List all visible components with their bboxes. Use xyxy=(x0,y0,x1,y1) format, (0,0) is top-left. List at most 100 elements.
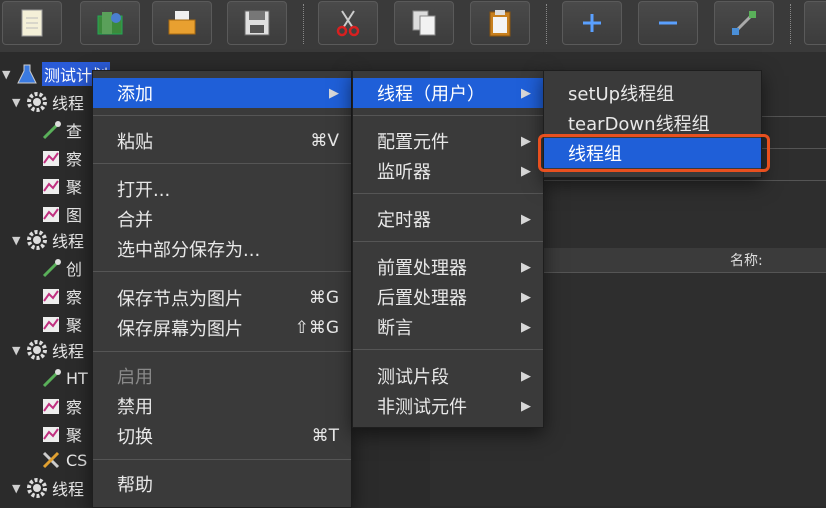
menu-item-open[interactable]: 打开... xyxy=(93,174,351,204)
menu-item-add[interactable]: 添加 ▶ xyxy=(93,78,351,108)
context-menu: 添加 ▶ 粘贴 ⌘V 打开... 合并 选中部分保存为... 保存节点为图片 ⌘… xyxy=(92,70,352,508)
tree-item-label: 线程 xyxy=(52,232,85,251)
more-button[interactable] xyxy=(804,1,826,45)
toggle-wand-icon xyxy=(732,11,756,35)
new-document-icon xyxy=(21,9,43,37)
tree-item-label: 聚 xyxy=(66,316,83,335)
menu-item-label: 切换 xyxy=(117,427,153,448)
tree-item-label: 察 xyxy=(66,288,83,307)
menu-item-paste[interactable]: 粘贴 ⌘V xyxy=(93,126,351,156)
tree-item-listener[interactable]: 察 xyxy=(40,284,82,308)
tree-item-sampler[interactable]: 查 xyxy=(40,118,82,142)
name-column-label: 名称: xyxy=(730,253,763,269)
menu-item-pre-processor[interactable]: 前置处理器 ▶ xyxy=(353,252,543,282)
toolbar-separator xyxy=(790,4,791,44)
menu-item-setup-thread-group[interactable]: setUp线程组 xyxy=(544,78,761,108)
plus-icon xyxy=(583,14,601,32)
submenu-arrow-icon: ▶ xyxy=(329,85,339,101)
tree-item-listener[interactable]: 图 xyxy=(40,202,82,226)
menu-item-label: 线程（用户） xyxy=(377,84,485,105)
scissors-icon xyxy=(336,10,360,37)
expand-arrow-icon[interactable]: ▼ xyxy=(12,234,26,247)
save-disk-icon xyxy=(244,10,270,36)
menu-item-save-node-image[interactable]: 保存节点为图片 ⌘G xyxy=(93,283,351,313)
menu-separator xyxy=(353,193,543,194)
tree-item-listener[interactable]: 聚 xyxy=(40,312,82,336)
open-button[interactable] xyxy=(152,1,212,45)
tree-item-config[interactable]: CS xyxy=(40,448,87,472)
menu-item-post-processor[interactable]: 后置处理器 ▶ xyxy=(353,282,543,312)
tree-item-sampler[interactable]: HT xyxy=(40,366,88,390)
expand-button[interactable] xyxy=(562,1,622,45)
submenu-arrow-icon: ▶ xyxy=(521,319,531,335)
menu-item-timer[interactable]: 定时器 ▶ xyxy=(353,204,543,234)
new-button[interactable] xyxy=(2,1,62,45)
tree-item-listener[interactable]: 察 xyxy=(40,394,82,418)
menu-item-label: 选中部分保存为... xyxy=(117,240,261,261)
menu-item-label: 保存节点为图片 xyxy=(117,289,243,310)
graph-icon xyxy=(40,285,62,307)
menu-item-listener[interactable]: 监听器 ▶ xyxy=(353,156,543,186)
menu-item-toggle[interactable]: 切换 ⌘T xyxy=(93,421,351,451)
menu-item-non-test-elements[interactable]: 非测试元件 ▶ xyxy=(353,391,543,421)
toggle-button[interactable] xyxy=(714,1,774,45)
collapse-button[interactable] xyxy=(638,1,698,45)
submenu-arrow-icon: ▶ xyxy=(521,211,531,227)
menu-item-disable[interactable]: 禁用 xyxy=(93,391,351,421)
menu-item-label: 断言 xyxy=(377,318,413,339)
menu-item-merge[interactable]: 合并 xyxy=(93,204,351,234)
templates-icon xyxy=(97,12,123,35)
templates-button[interactable] xyxy=(80,1,140,45)
menu-item-label: 非测试元件 xyxy=(377,397,467,418)
tree-item-listener[interactable]: 察 xyxy=(40,146,82,170)
graph-icon xyxy=(40,395,62,417)
tree-item-thread-group[interactable]: ▼ 线程 xyxy=(12,476,84,500)
toolbar-separator xyxy=(546,4,547,44)
menu-separator xyxy=(353,115,543,116)
gear-icon xyxy=(26,477,48,499)
tree-item-thread-group[interactable]: ▼ 线程 xyxy=(12,338,84,362)
expand-arrow-icon[interactable]: ▼ xyxy=(12,96,26,109)
menu-item-assertion[interactable]: 断言 ▶ xyxy=(353,312,543,342)
graph-icon xyxy=(40,313,62,335)
menu-separator xyxy=(93,351,351,352)
submenu-arrow-icon: ▶ xyxy=(521,398,531,414)
menu-item-save-screen-image[interactable]: 保存屏幕为图片 ⇧⌘G xyxy=(93,313,351,343)
tree-item-label: 聚 xyxy=(66,426,83,445)
open-folder-icon xyxy=(168,11,196,35)
tree-item-label: 创 xyxy=(66,260,83,279)
tree-item-listener[interactable]: 聚 xyxy=(40,422,82,446)
tree-item-thread-group[interactable]: ▼ 线程 xyxy=(12,90,84,114)
menu-item-label: tearDown线程组 xyxy=(568,114,710,135)
tree-item-listener[interactable]: 聚 xyxy=(40,174,82,198)
submenu-arrow-icon: ▶ xyxy=(521,163,531,179)
menu-item-help[interactable]: 帮助 xyxy=(93,469,351,499)
gear-icon xyxy=(26,91,48,113)
menu-item-label: setUp线程组 xyxy=(568,84,675,105)
pipette-icon xyxy=(40,257,62,279)
expand-arrow-icon[interactable]: ▼ xyxy=(12,344,26,357)
tree-item-label: CS xyxy=(66,450,88,470)
menu-item-label: 测试片段 xyxy=(377,367,449,388)
copy-button[interactable] xyxy=(394,1,454,45)
menu-item-save-selection[interactable]: 选中部分保存为... xyxy=(93,234,351,264)
copy-icon xyxy=(412,10,436,36)
menu-item-test-fragment[interactable]: 测试片段 ▶ xyxy=(353,361,543,391)
paste-button[interactable] xyxy=(470,1,530,45)
tree-item-thread-group[interactable]: ▼ 线程 xyxy=(12,228,84,252)
save-button[interactable] xyxy=(227,1,287,45)
expand-arrow-icon[interactable]: ▼ xyxy=(12,482,26,495)
tree-item-label: 聚 xyxy=(66,178,83,197)
menu-separator xyxy=(353,349,543,350)
menu-item-config-element[interactable]: 配置元件 ▶ xyxy=(353,126,543,156)
menu-separator xyxy=(93,163,351,164)
menu-item-threads-users[interactable]: 线程（用户） ▶ xyxy=(353,78,543,108)
menu-item-enable: 启用 xyxy=(93,361,351,391)
cut-button[interactable] xyxy=(318,1,378,45)
tree-item-sampler[interactable]: 创 xyxy=(40,256,82,280)
menu-item-label: 添加 xyxy=(117,84,153,105)
tree-item-label: 线程 xyxy=(52,480,85,499)
tree-item-label: 察 xyxy=(66,150,83,169)
expand-arrow-icon[interactable]: ▼ xyxy=(2,68,16,81)
graph-icon xyxy=(40,423,62,445)
